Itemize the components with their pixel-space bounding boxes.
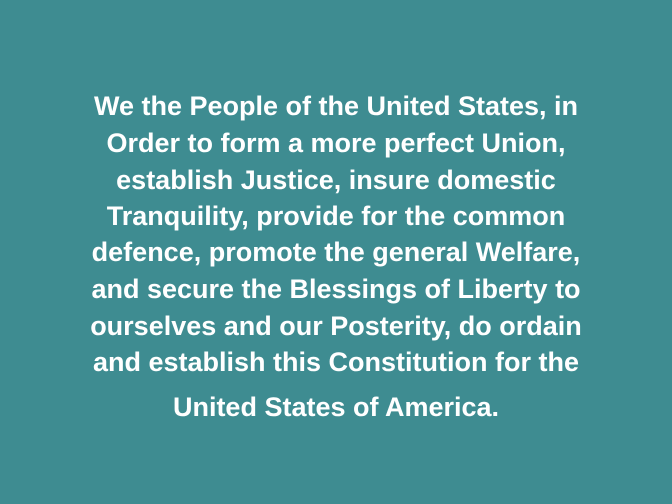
text-line-4: Tranquility, provide for the common	[106, 201, 566, 231]
text-line-3: establish Justice, insure domestic	[116, 165, 556, 195]
text-line-9: United States of America.	[172, 392, 500, 422]
text-line-1: We the People of the United States, in	[93, 91, 579, 121]
slide: We the People of the United States, in O…	[0, 0, 672, 504]
text-line-7: ourselves and our Posterity, do ordain	[90, 311, 582, 341]
text-line-6: and secure the Blessings of Liberty to	[91, 274, 581, 304]
text-line-8: and establish this Constitution for the	[93, 347, 579, 377]
text-line-5: defence, promote the general Welfare,	[91, 237, 581, 267]
text-line-2: Order to form a more perfect Union,	[106, 128, 566, 158]
